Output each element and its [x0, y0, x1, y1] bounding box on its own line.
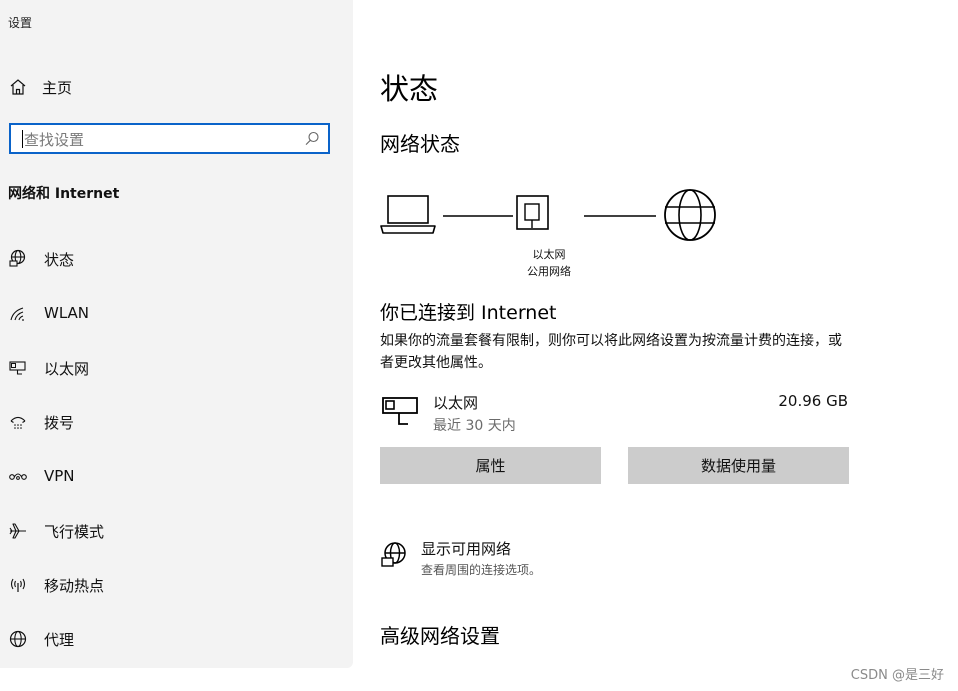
sidebar-item-label: 代理: [44, 630, 75, 649]
watermark: CSDN @是三好: [850, 668, 944, 683]
sidebar-item-dialup[interactable]: 拨号: [8, 410, 328, 434]
properties-button[interactable]: 属性: [380, 447, 601, 484]
airplane-icon: [8, 521, 28, 541]
search-box[interactable]: 查找设置: [9, 123, 330, 154]
sidebar-item-label: 以太网: [44, 359, 90, 378]
sidebar-item-hotspot[interactable]: 移动热点: [8, 573, 328, 597]
connection-status-heading: 你已连接到 Internet: [380, 302, 557, 324]
sidebar-item-status[interactable]: 状态: [8, 247, 328, 271]
ethernet-icon: [381, 394, 421, 428]
sidebar-item-wlan[interactable]: WLAN: [8, 301, 328, 325]
connection-period: 最近 30 天内: [433, 418, 516, 434]
internet-globe-icon: [664, 189, 716, 241]
dialup-icon: [8, 412, 28, 432]
connection-name: 以太网: [433, 394, 479, 412]
sidebar: 设置 主页 查找设置 网络和 Internet 状态 WLAN 以太网 拨号 V…: [0, 0, 353, 668]
show-available-networks-subtitle: 查看周围的连接选项。: [421, 563, 542, 577]
sidebar-item-label: 状态: [44, 250, 75, 269]
globe-network-icon: [8, 249, 28, 269]
sidebar-item-vpn[interactable]: VPN: [8, 464, 328, 488]
adapter-label: 以太网: [532, 248, 566, 261]
ethernet-icon: [8, 358, 28, 378]
sidebar-item-airplane-mode[interactable]: 飞行模式: [8, 519, 328, 543]
data-usage-button[interactable]: 数据使用量: [628, 447, 849, 484]
show-available-networks-link[interactable]: 显示可用网络: [421, 538, 511, 559]
show-networks-icon[interactable]: [380, 541, 408, 569]
network-status-heading: 网络状态: [380, 132, 460, 156]
search-icon[interactable]: [303, 130, 321, 148]
sidebar-item-proxy[interactable]: 代理: [8, 627, 328, 651]
hotspot-icon: [8, 575, 28, 595]
connection-data-usage: 20.96 GB: [778, 392, 848, 410]
globe-icon: [8, 629, 28, 649]
sidebar-item-home[interactable]: 主页: [8, 75, 72, 99]
home-icon: [8, 77, 28, 97]
page-title: 状态: [380, 72, 439, 106]
wifi-icon: [8, 303, 28, 323]
laptop-icon: [380, 195, 436, 234]
sidebar-item-label: 拨号: [44, 413, 75, 432]
sidebar-home-label: 主页: [42, 78, 73, 97]
sidebar-item-label: 移动热点: [44, 576, 105, 595]
vpn-icon: [8, 466, 28, 486]
sidebar-item-ethernet[interactable]: 以太网: [8, 356, 328, 380]
app-title: 设置: [8, 16, 33, 30]
sidebar-item-label: WLAN: [44, 304, 90, 322]
advanced-network-settings-heading: 高级网络设置: [380, 624, 500, 648]
connection-status-description: 如果你的流量套餐有限制，则你可以将此网络设置为按流量计费的连接，或者更改其他属性…: [380, 333, 842, 371]
sidebar-item-label: VPN: [44, 467, 75, 485]
text-caret: [22, 130, 23, 148]
section-title: 网络和 Internet: [8, 186, 120, 202]
ethernet-port-icon: [516, 195, 549, 230]
search-placeholder: 查找设置: [24, 131, 85, 149]
network-type-label: 公用网络: [527, 265, 571, 278]
sidebar-item-label: 飞行模式: [44, 522, 105, 541]
